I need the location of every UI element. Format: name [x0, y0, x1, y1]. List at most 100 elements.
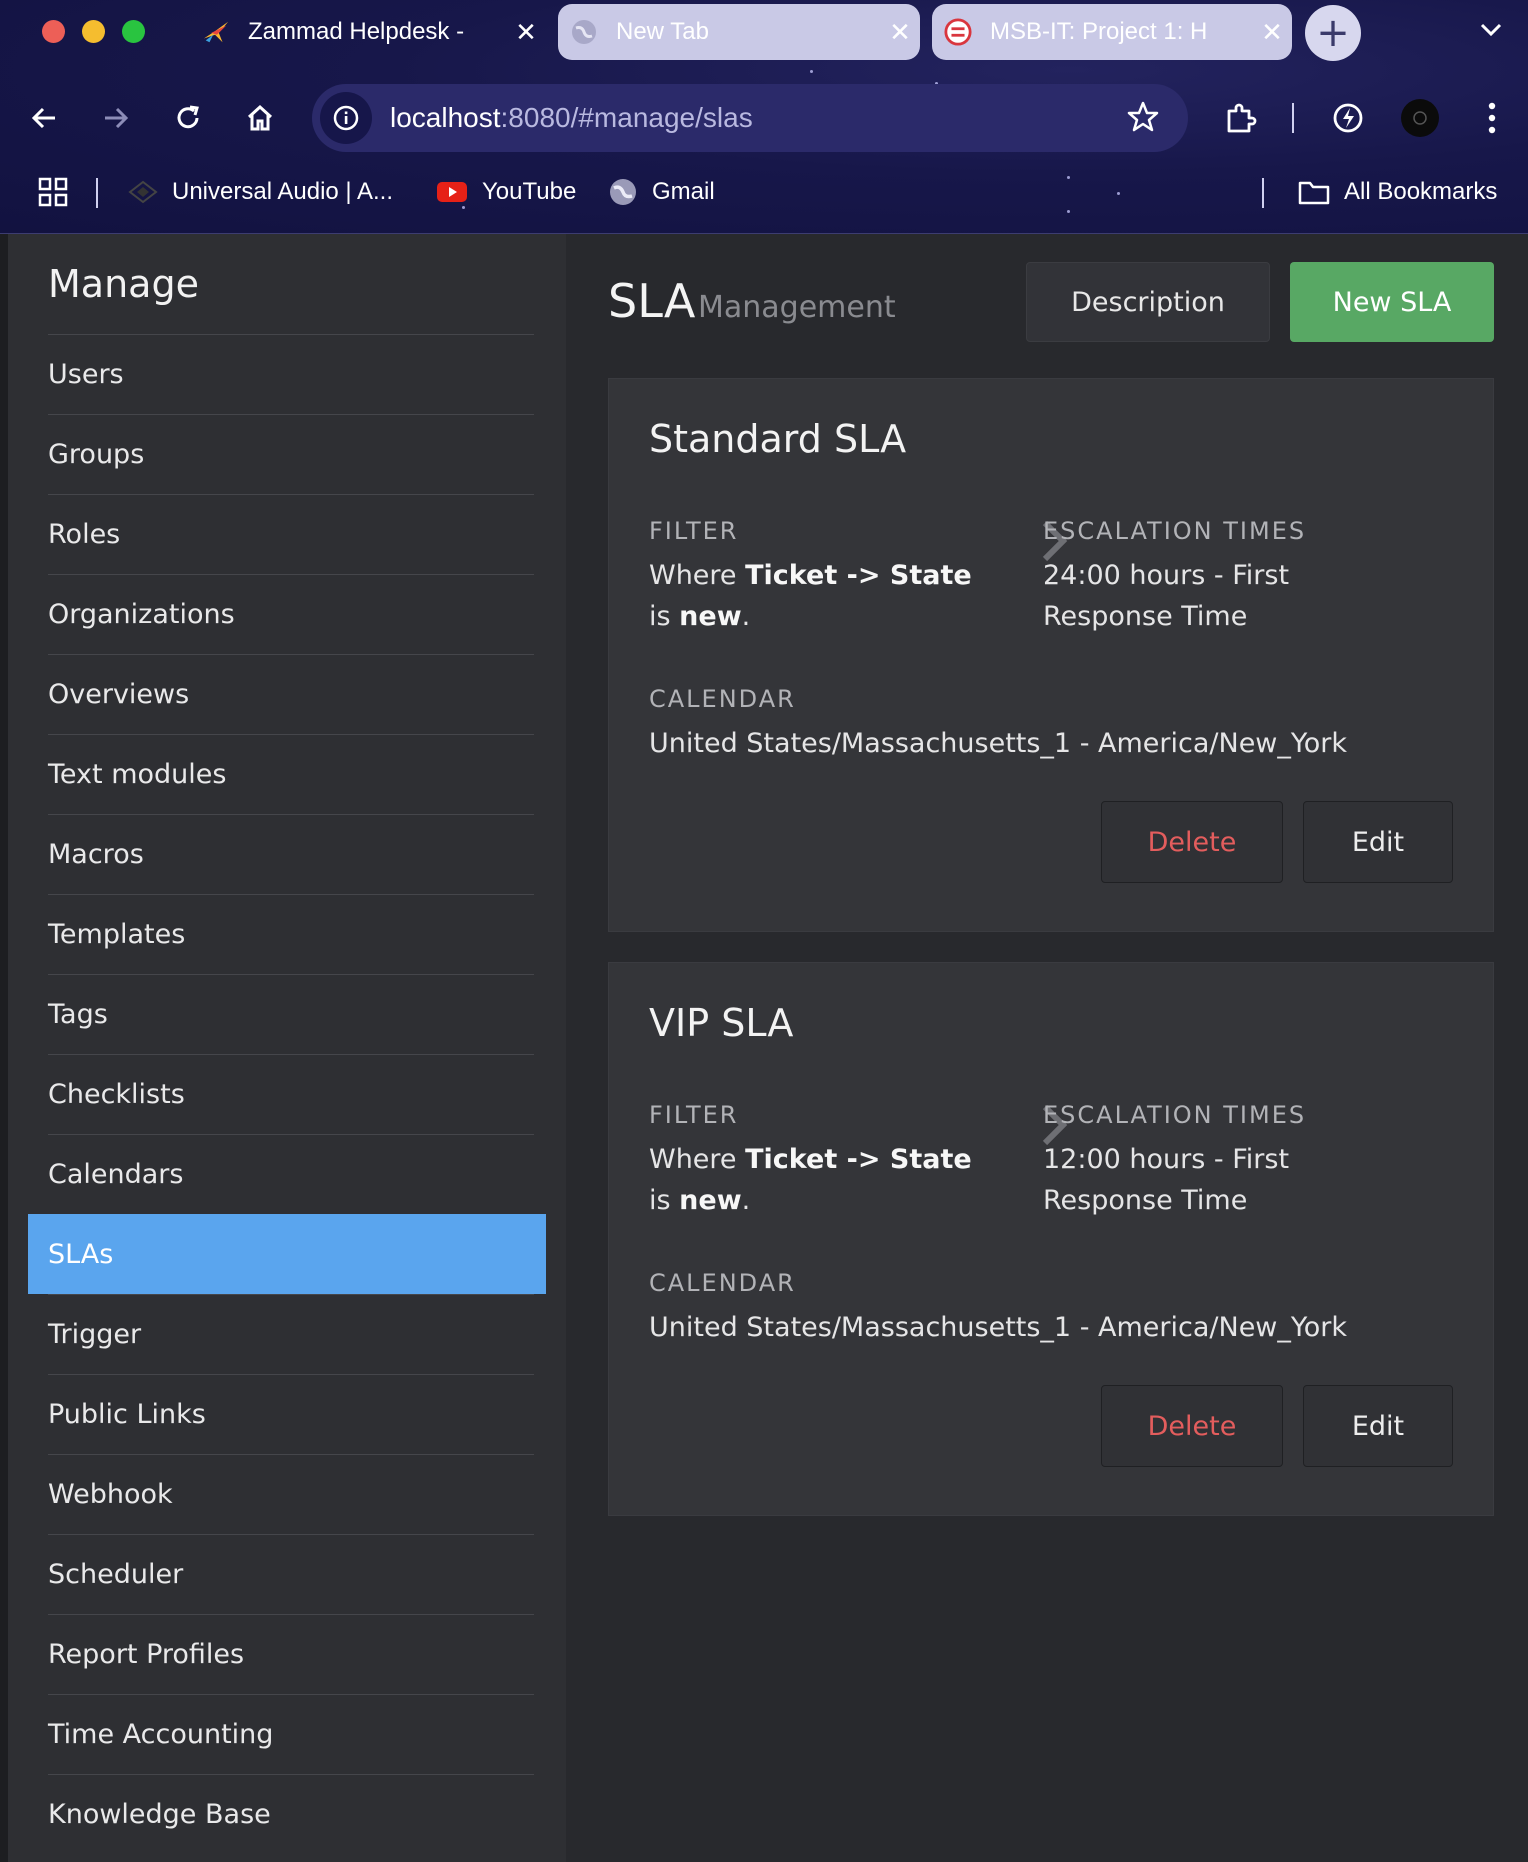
sidebar-item-checklists[interactable]: Checklists	[48, 1054, 534, 1134]
back-button[interactable]	[22, 96, 66, 140]
tab-title: New Tab	[616, 18, 709, 45]
bookmark-gmail[interactable]: Gmail	[608, 172, 715, 212]
sidebar-item-label: Report Profiles	[48, 1639, 245, 1670]
bookmark-label: YouTube	[482, 178, 577, 205]
escalation-label: ESCALATION TIMES	[1043, 517, 1307, 545]
sidebar-item-groups[interactable]: Groups	[48, 414, 534, 494]
background-star	[1117, 192, 1120, 195]
edit-sla-button[interactable]: Edit	[1303, 1385, 1453, 1467]
performance-icon[interactable]	[1326, 96, 1370, 140]
escalation-line: Response Time	[1043, 601, 1248, 632]
sla-name: Standard SLA	[649, 417, 907, 461]
sidebar-item-label: Overviews	[48, 679, 190, 710]
toolbar-separator	[1292, 103, 1294, 133]
sidebar-item-label: Groups	[48, 439, 145, 470]
address-bar[interactable]: localhost:8080/#manage/slas	[312, 84, 1188, 152]
reload-button[interactable]	[166, 96, 210, 140]
filter-operator: is	[649, 1185, 680, 1216]
sidebar-item-label: Templates	[48, 919, 186, 950]
url-text: localhost:8080/#manage/slas	[390, 102, 753, 134]
msb-icon	[944, 18, 972, 46]
new-sla-button[interactable]: New SLA	[1290, 262, 1494, 342]
background-star	[1067, 210, 1070, 213]
sla-escalation: 24:00 hours - First Response Time	[1043, 555, 1343, 637]
filter-operator: is	[649, 601, 680, 632]
sidebar-item-roles[interactable]: Roles	[48, 494, 534, 574]
extensions-icon[interactable]	[1218, 96, 1262, 140]
sidebar-item-time-accounting[interactable]: Time Accounting	[48, 1694, 534, 1774]
close-tab-icon[interactable]: ✕	[506, 17, 546, 48]
sidebar-item-users[interactable]: Users	[48, 334, 534, 414]
bookmark-label: Gmail	[652, 178, 715, 205]
maximize-window-button[interactable]	[122, 20, 145, 43]
browser-tab-new-tab[interactable]: New Tab ✕	[558, 4, 920, 60]
sidebar-item-public-links[interactable]: Public Links	[48, 1374, 534, 1454]
browser-chrome: Zammad Helpdesk - ✕ New Tab ✕ MSB-IT: Pr…	[0, 0, 1528, 234]
folder-icon	[1298, 179, 1330, 205]
sla-filter: Where Ticket -> State is new.	[649, 555, 979, 637]
sidebar-item-label: Trigger	[48, 1319, 142, 1350]
background-star	[1067, 176, 1070, 179]
all-bookmarks-label: All Bookmarks	[1344, 178, 1498, 205]
browser-tab-msb[interactable]: MSB-IT: Project 1: H ✕	[932, 4, 1292, 60]
edit-sla-button[interactable]: Edit	[1303, 801, 1453, 883]
all-bookmarks-button[interactable]: All Bookmarks	[1298, 172, 1497, 212]
bookmark-youtube[interactable]: YouTube	[436, 172, 576, 212]
calendar-label: CALENDAR	[649, 1269, 796, 1297]
globe-icon	[570, 18, 598, 46]
sidebar-item-label: Checklists	[48, 1079, 185, 1110]
sidebar-item-knowledge-base[interactable]: Knowledge Base	[48, 1774, 534, 1854]
sidebar-item-scheduler[interactable]: Scheduler	[48, 1534, 534, 1614]
escalation-label: ESCALATION TIMES	[1043, 1101, 1307, 1129]
profile-avatar[interactable]	[1398, 96, 1442, 140]
sidebar-item-webhook[interactable]: Webhook	[48, 1454, 534, 1534]
filter-attribute: Ticket -> State	[745, 1144, 972, 1175]
sidebar-item-label: Calendars	[48, 1159, 184, 1190]
minimize-window-button[interactable]	[82, 20, 105, 43]
sla-name: VIP SLA	[649, 1001, 794, 1045]
browser-tab-zammad[interactable]: Zammad Helpdesk - ✕	[190, 4, 546, 60]
sidebar-item-label: Webhook	[48, 1479, 173, 1510]
sidebar-item-trigger[interactable]: Trigger	[48, 1294, 534, 1374]
close-tab-icon[interactable]: ✕	[1252, 17, 1292, 48]
bookmark-universal-audio[interactable]: Universal Audio | A...	[128, 172, 393, 212]
home-button[interactable]	[238, 96, 282, 140]
sidebar-item-templates[interactable]: Templates	[48, 894, 534, 974]
sidebar-item-macros[interactable]: Macros	[48, 814, 534, 894]
description-button[interactable]: Description	[1026, 262, 1270, 342]
close-tab-icon[interactable]: ✕	[880, 17, 920, 48]
page-subtitle: Management	[698, 290, 896, 325]
escalation-line: 24:00 hours - First	[1043, 560, 1290, 591]
sidebar-item-label: Knowledge Base	[48, 1799, 271, 1830]
sidebar-item-overviews[interactable]: Overviews	[48, 654, 534, 734]
sidebar-item-report-profiles[interactable]: Report Profiles	[48, 1614, 534, 1694]
bookmark-star-icon[interactable]	[1126, 100, 1160, 138]
sidebar-item-label: SLAs	[48, 1238, 114, 1270]
url-path: :8080/#manage/slas	[500, 102, 753, 133]
filter-value: new	[679, 601, 742, 632]
sidebar-item-tags[interactable]: Tags	[48, 974, 534, 1054]
filter-prefix: Where	[649, 1144, 746, 1175]
sidebar-item-label: Public Links	[48, 1399, 206, 1430]
apps-grid-icon[interactable]	[38, 172, 68, 212]
youtube-icon	[436, 180, 468, 204]
site-info-icon[interactable]	[320, 92, 372, 144]
sla-card: VIP SLA FILTER Where Ticket -> State is …	[608, 962, 1494, 1516]
bookmarks-separator	[1262, 178, 1264, 208]
filter-label: FILTER	[649, 517, 739, 545]
forward-button[interactable]	[94, 96, 138, 140]
browser-menu-icon[interactable]	[1470, 96, 1514, 140]
sidebar-item-text-modules[interactable]: Text modules	[48, 734, 534, 814]
bookmark-label: Universal Audio | A...	[172, 178, 394, 205]
sidebar-item-slas[interactable]: SLAs	[28, 1214, 546, 1294]
manage-sidebar: Manage Users Groups Roles Organizations Over…	[0, 234, 566, 1862]
sidebar-item-label: Text modules	[48, 759, 227, 790]
close-window-button[interactable]	[42, 20, 65, 43]
tab-search-chevron-icon[interactable]	[1480, 14, 1502, 44]
delete-sla-button[interactable]: Delete	[1101, 1385, 1283, 1467]
new-tab-button[interactable]: +	[1305, 5, 1361, 61]
sidebar-item-calendars[interactable]: Calendars	[48, 1134, 534, 1214]
sla-card: Standard SLA FILTER Where Ticket -> Stat…	[608, 378, 1494, 932]
sidebar-item-organizations[interactable]: Organizations	[48, 574, 534, 654]
delete-sla-button[interactable]: Delete	[1101, 801, 1283, 883]
